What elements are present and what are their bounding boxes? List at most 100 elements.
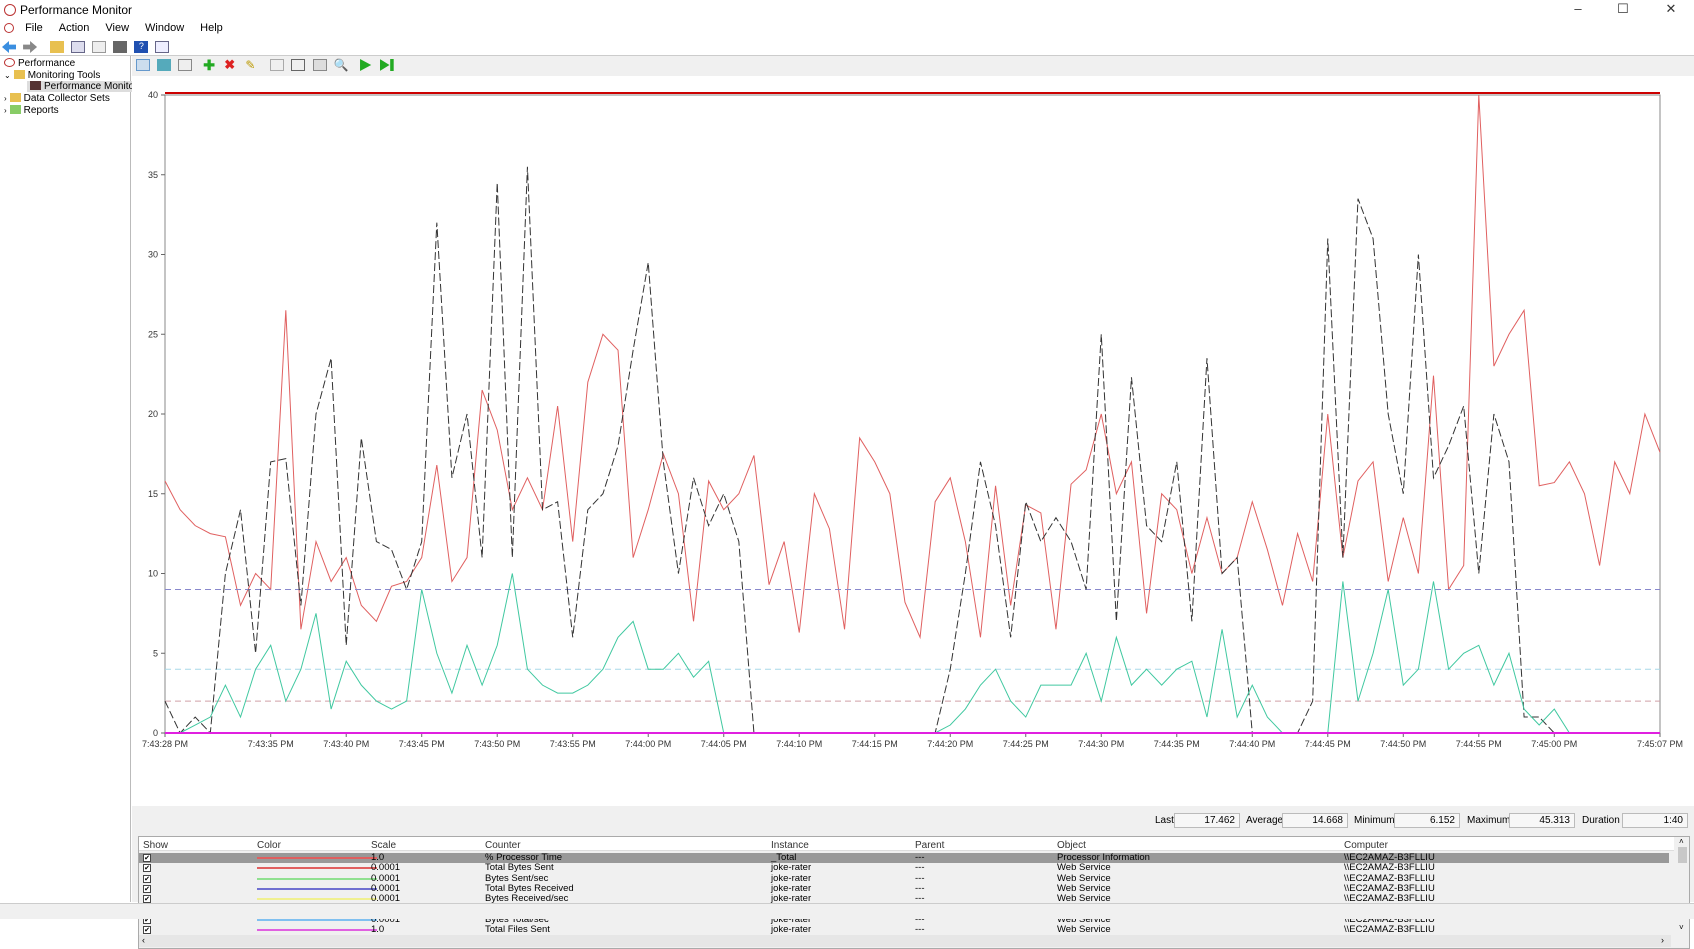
object-cell: Web Service [1057, 925, 1111, 935]
counter-cell: Total Bytes Sent [485, 863, 554, 873]
table-header: Show Color Scale Counter Instance Parent Objec… [139, 837, 1674, 851]
table-row[interactable]: ✔ 0.0001 Bytes Sent/sec joke-rater --- W… [139, 874, 1669, 884]
x-tick-label: 7:45:00 PM [1531, 739, 1577, 749]
forward-icon[interactable] [23, 41, 37, 53]
show-checkbox[interactable]: ✔ [143, 854, 151, 862]
column-header-parent[interactable]: Parent [915, 840, 944, 851]
object-cell: Web Service [1057, 863, 1111, 873]
tree-item-reports[interactable]: › Reports [4, 105, 59, 116]
x-tick-label: 7:43:40 PM [323, 739, 369, 749]
y-tick-label: 40 [148, 90, 158, 100]
horizontal-scrollbar[interactable]: ‹› [139, 935, 1671, 947]
table-row[interactable]: ✔ 1.0 % Processor Time _Total --- Proces… [139, 853, 1669, 863]
average-label: Average [1246, 815, 1283, 826]
copy-properties-icon[interactable] [270, 59, 284, 71]
change-graph-type-icon[interactable] [178, 59, 192, 71]
menu-window[interactable]: Window [137, 20, 192, 36]
tree-item-data-collector-sets[interactable]: ›Data Collector Sets [4, 93, 110, 104]
maximum-label: Maximum [1467, 815, 1510, 826]
x-tick-label: 7:44:05 PM [701, 739, 747, 749]
y-tick-label: 5 [153, 648, 158, 658]
menu-view[interactable]: View [97, 20, 137, 36]
chevron-right-icon[interactable]: › [4, 106, 7, 115]
folder-icon [14, 70, 25, 79]
tree-label: Reports [24, 105, 59, 116]
color-swatch [257, 929, 377, 931]
color-swatch [257, 857, 377, 859]
instance-cell: joke-rater [771, 863, 811, 873]
counter-cell: Total Files Sent [485, 925, 550, 935]
y-tick-label: 0 [153, 728, 158, 738]
chart-svg: 05101520253035407:43:28 PM7:43:35 PM7:43… [132, 76, 1694, 806]
title-bar: Performance Monitor – ☐ ✕ [0, 0, 1694, 20]
main-toolbar: ? [0, 38, 1694, 56]
y-tick-label: 20 [148, 409, 158, 419]
show-checkbox[interactable]: ✔ [143, 875, 151, 883]
x-tick-label: 7:44:45 PM [1305, 739, 1351, 749]
show-hide-tree-icon[interactable] [71, 41, 85, 53]
show-checkbox[interactable]: ✔ [143, 926, 151, 934]
scroll-right-icon[interactable]: › [1661, 935, 1664, 945]
print-icon[interactable] [113, 41, 127, 53]
chevron-right-icon[interactable]: › [4, 94, 7, 103]
color-swatch [257, 867, 377, 869]
duration-value: 1:40 [1622, 813, 1688, 828]
column-header-instance[interactable]: Instance [771, 840, 809, 851]
x-tick-label: 7:43:35 PM [248, 739, 294, 749]
table-row[interactable]: ✔ 0.0001 Total Bytes Received joke-rater… [139, 884, 1669, 894]
show-checkbox[interactable]: ✔ [143, 864, 151, 872]
properties-icon[interactable] [313, 59, 327, 71]
properties-icon[interactable] [92, 41, 106, 53]
tree-item-monitoring-tools[interactable]: ⌄Monitoring Tools [4, 70, 100, 81]
back-icon[interactable] [2, 41, 16, 53]
tree-item-performance-monitor[interactable]: Performance Monitor [27, 81, 140, 92]
minimize-button[interactable]: – [1555, 1, 1601, 19]
y-tick-label: 25 [148, 329, 158, 339]
performance-monitor-pane: ✚ ✖ ✎ 🔍 05101520253035407:43:28 PM7:43:3… [132, 56, 1694, 902]
y-tick-label: 15 [148, 489, 158, 499]
highlight-icon[interactable]: ✎ [245, 59, 259, 71]
column-header-color[interactable]: Color [257, 840, 281, 851]
column-header-object[interactable]: Object [1057, 840, 1086, 851]
column-header-show[interactable]: Show [143, 840, 168, 851]
parent-cell: --- [915, 925, 925, 935]
vertical-scrollbar[interactable]: ˄˅ [1676, 837, 1689, 935]
app-menu-icon[interactable] [4, 23, 14, 33]
x-tick-label: 7:43:28 PM [142, 739, 188, 749]
console-icon[interactable] [155, 41, 169, 53]
table-row[interactable]: ✔ 1.0 Total Files Sent joke-rater --- We… [139, 925, 1669, 935]
graph-toolbar: ✚ ✖ ✎ 🔍 [132, 56, 1694, 76]
update-data-icon[interactable] [380, 59, 394, 71]
paste-counter-list-icon[interactable] [291, 59, 305, 71]
table-row[interactable]: ✔ 0.0001 Total Bytes Sent joke-rater ---… [139, 863, 1669, 873]
scroll-up-icon[interactable]: ˄ [1679, 837, 1684, 846]
scroll-thumb[interactable] [1678, 847, 1687, 863]
color-swatch [257, 888, 377, 890]
tree-item-performance[interactable]: Performance [4, 58, 75, 69]
chevron-down-icon[interactable]: ⌄ [4, 71, 11, 80]
column-header-scale[interactable]: Scale [371, 840, 396, 851]
menu-file[interactable]: File [17, 20, 51, 36]
show-checkbox[interactable]: ✔ [143, 895, 151, 903]
view-log-data-icon[interactable] [157, 59, 171, 71]
close-button[interactable]: ✕ [1648, 1, 1694, 19]
y-tick-label: 10 [148, 569, 158, 579]
maximize-button[interactable]: ☐ [1600, 1, 1646, 19]
show-checkbox[interactable]: ✔ [143, 885, 151, 893]
x-tick-label: 7:44:30 PM [1078, 739, 1124, 749]
color-swatch [257, 919, 377, 921]
scroll-left-icon[interactable]: ‹ [142, 935, 145, 945]
delete-icon[interactable]: ✖ [224, 59, 238, 71]
tree-label: Performance [18, 58, 75, 69]
column-header-computer[interactable]: Computer [1344, 840, 1388, 851]
add-icon[interactable]: ✚ [203, 59, 217, 71]
zoom-icon[interactable]: 🔍 [334, 59, 348, 71]
view-current-activity-icon[interactable] [136, 59, 150, 71]
scroll-down-icon[interactable]: ˅ [1679, 923, 1684, 932]
menu-action[interactable]: Action [51, 20, 98, 36]
help-icon[interactable]: ? [134, 41, 148, 53]
menu-help[interactable]: Help [192, 20, 231, 36]
column-header-counter[interactable]: Counter [485, 840, 521, 851]
unfreeze-display-icon[interactable] [359, 59, 373, 71]
up-folder-icon[interactable] [50, 41, 64, 53]
